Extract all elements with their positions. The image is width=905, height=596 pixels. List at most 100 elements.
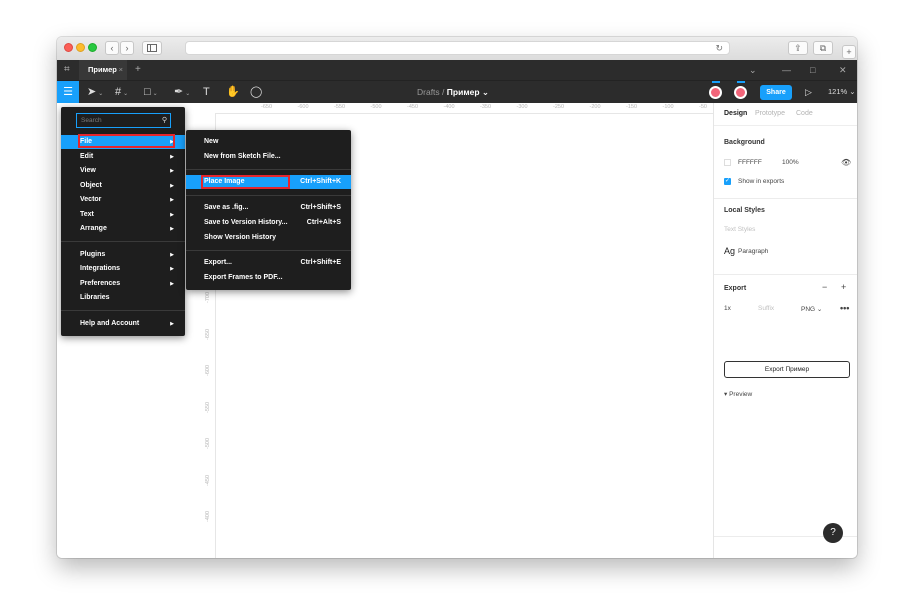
more-options-icon[interactable]: ••• [840,303,849,313]
frame-tool[interactable]: # ⌄ [115,81,128,105]
menu-item-label: Text [80,210,94,218]
figma-logo-icon[interactable]: ⌗ [64,64,70,75]
ruler-tick: -650 [261,104,273,110]
menu-item-vector[interactable]: Vector ▶ [61,193,185,207]
help-button[interactable]: ? [823,523,843,543]
menu-item-object[interactable]: Object ▶ [61,179,185,193]
export-scale[interactable]: 1x [724,305,731,312]
file-menu-export[interactable]: Export... Ctrl+Shift+E [186,256,351,270]
ruler-tick: -350 [480,104,492,110]
comment-tool[interactable]: ◯ [250,81,262,103]
menu-search-input[interactable]: Search ⚲ [76,113,171,128]
reload-icon[interactable]: ↻ [715,42,723,54]
add-tab-icon[interactable]: + [135,60,141,80]
highlight-box-place-image [201,175,290,189]
paragraph-style[interactable]: Paragraph [738,248,768,255]
ruler-tick: -500 [370,104,382,110]
export-suffix-input[interactable]: Suffix [758,305,774,312]
tab-design[interactable]: Design [724,110,747,117]
file-submenu: New New from Sketch File... Place Image Ctr… [186,130,351,290]
pen-icon: ✒ [174,86,184,98]
tab-close-icon[interactable]: × [119,60,123,80]
close-window-button[interactable] [64,43,73,52]
menu-item-label: Edit [80,152,94,160]
menu-item-label: Preferences [80,279,121,287]
text-tool[interactable]: T [203,81,210,103]
tab-file[interactable]: Пример × [79,60,127,80]
chevron-down-icon: ⌄ [123,91,129,97]
background-opacity[interactable]: 100% [782,159,799,166]
pen-tool[interactable]: ✒ ⌄ [174,81,190,105]
main-menu-button[interactable]: ☰ [57,81,79,104]
plus-icon: + [846,47,852,57]
file-menu-new-from-sketch-file[interactable]: New from Sketch File... [186,150,351,164]
minimize-window-button[interactable] [76,43,85,52]
show-in-exports-checkbox[interactable]: ✓ [724,178,731,185]
background-hex[interactable]: FFFFFF [738,159,762,166]
tabs-button[interactable]: ⧉ [813,41,833,55]
tab-prototype[interactable]: Prototype [755,110,785,117]
breadcrumb-drafts[interactable]: Drafts [417,87,440,97]
maximize-icon[interactable]: □ [810,60,815,80]
avatar[interactable] [709,86,722,99]
submenu-arrow-icon: ▶ [170,251,174,258]
caret-down-icon: ▾ [724,391,728,398]
background-title: Background [724,139,765,146]
divider [714,198,857,199]
move-tool[interactable]: ➤ ⌄ [87,81,103,105]
file-menu-save-as-fig[interactable]: Save as .fig... Ctrl+Shift+S [186,201,351,215]
ruler-tick: -200 [589,104,601,110]
file-menu-new[interactable]: New [186,135,351,149]
tab-code[interactable]: Code [796,110,813,117]
figma-tab-bar: ⌗ Пример × + ⌄ — □ ✕ [57,60,857,80]
present-button[interactable]: ▷ [805,81,812,103]
export-format-dropdown[interactable]: PNG ⌄ [801,305,822,313]
minimize-icon[interactable]: — [782,60,791,80]
menu-item-help-and-account[interactable]: Help and Account ▶ [61,317,185,331]
text-icon: T [203,86,210,98]
file-name[interactable]: Пример [447,87,480,97]
preview-toggle[interactable]: ▾ Preview [724,390,752,398]
zoom-window-button[interactable] [88,43,97,52]
close-icon[interactable]: ✕ [839,60,847,80]
new-tab-button[interactable]: + [842,45,856,59]
remove-export-icon[interactable]: − [822,282,827,292]
background-swatch[interactable] [724,159,731,166]
preview-label: Preview [729,391,753,398]
check-icon: ✓ [724,178,731,184]
menu-item-plugins[interactable]: Plugins ▶ [61,248,185,262]
submenu-arrow-icon: ▶ [170,266,174,272]
file-menu-save-to-version-history[interactable]: Save to Version History... Ctrl+Alt+S [186,216,351,230]
sidebar-button[interactable] [142,41,162,55]
chevron-down-icon[interactable]: ⌄ [749,60,757,80]
zoom-dropdown[interactable]: 121% ⌄ [828,81,856,103]
file-menu-export-frames-to-pdf[interactable]: Export Frames to PDF... [186,271,351,285]
add-export-icon[interactable]: + [841,282,846,292]
menu-item-preferences[interactable]: Preferences ▶ [61,277,185,291]
menu-item-view[interactable]: View ▶ [61,164,185,178]
menu-item-edit[interactable]: Edit ▶ [61,150,185,164]
menu-item-label: Object [80,181,102,189]
menu-item-text[interactable]: Text ▶ [61,208,185,222]
chevron-down-icon[interactable]: ⌄ [482,87,489,97]
eye-icon[interactable]: 👁 [841,158,851,167]
address-bar[interactable]: ↻ [185,41,730,55]
shape-tool[interactable]: □ ⌄ [144,81,158,105]
cursor-icon: ➤ [87,86,97,98]
menu-item-integrations[interactable]: Integrations ▶ [61,262,185,276]
hand-tool[interactable]: ✋ [226,81,240,103]
back-button[interactable]: ‹ [105,41,119,55]
share-page-button[interactable]: ⇪ [788,41,808,55]
file-menu-show-version-history[interactable]: Show Version History [186,231,351,245]
menu-item-arrange[interactable]: Arrange ▶ [61,222,185,236]
share-button[interactable]: Share [760,85,792,100]
submenu-arrow-icon: ▶ [170,182,174,189]
breadcrumb-separator: / [442,87,445,97]
forward-button[interactable]: › [120,41,134,55]
menu-item-libraries[interactable]: Libraries [61,291,185,305]
browser-window: ‹ › ↻ ⇪ ⧉ + ⌗ Пример × + ⌄ — □ ✕ ☰ ➤ ⌄ # ⌄… [57,37,857,558]
export-button[interactable]: Export Пример [724,361,850,378]
avatar[interactable] [734,86,747,99]
local-styles-title: Local Styles [724,207,765,214]
shortcut-label: Ctrl+Shift+S [300,204,341,212]
